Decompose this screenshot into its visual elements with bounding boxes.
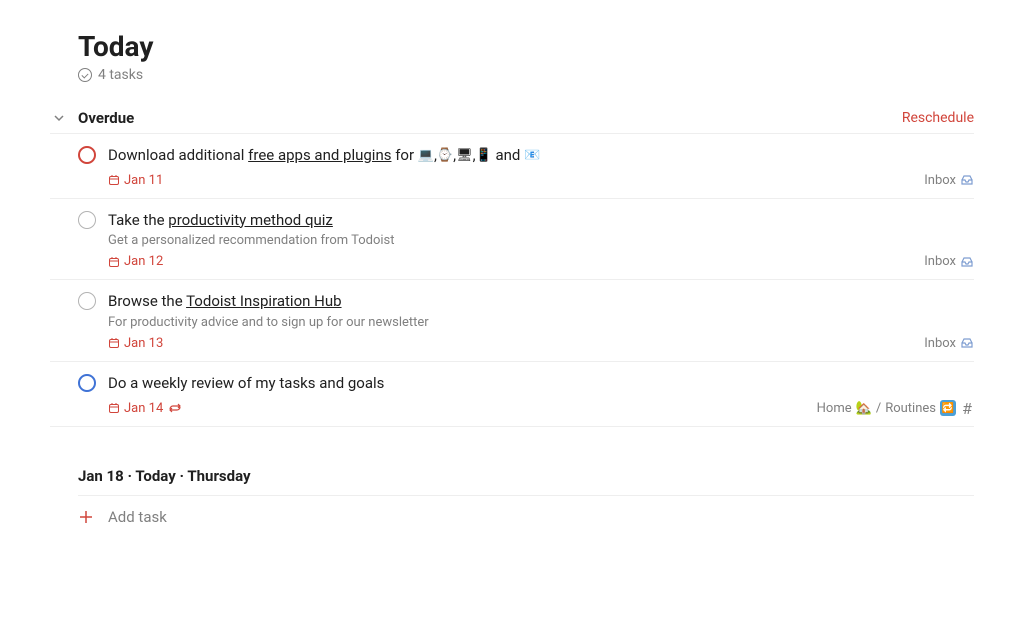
inbox-icon (960, 173, 974, 187)
task-date[interactable]: Jan 13 (108, 336, 163, 351)
add-task-label: Add task (108, 508, 167, 526)
task-row[interactable]: Take the productivity method quiz Get a … (50, 199, 974, 281)
laptop-icon: 💻 (418, 146, 434, 166)
calendar-icon (108, 402, 120, 414)
task-title: Browse the Todoist Inspiration Hub (108, 290, 974, 313)
task-checkbox[interactable] (78, 146, 96, 164)
overdue-title: Overdue (78, 109, 134, 127)
house-icon: 🏡 (856, 401, 872, 416)
task-date[interactable]: Jan 14 (108, 401, 181, 416)
desktop-icon: 🖥 (456, 146, 473, 166)
calendar-icon (108, 256, 120, 268)
page-title: Today (78, 30, 974, 63)
task-description: Get a personalized recommendation from T… (108, 233, 974, 248)
task-count: 4 tasks (78, 67, 974, 83)
task-description: For productivity advice and to sign up f… (108, 315, 974, 330)
task-project[interactable]: Inbox (924, 173, 974, 188)
task-title: Take the productivity method quiz (108, 209, 974, 232)
task-title: Do a weekly review of my tasks and goals (108, 372, 974, 395)
task-title: Download additional free apps and plugin… (108, 144, 974, 167)
reschedule-link[interactable]: Reschedule (902, 110, 974, 126)
check-circle-icon (78, 68, 92, 82)
hash-icon: # (960, 401, 974, 415)
overdue-task-list: Download additional free apps and plugin… (50, 134, 974, 427)
calendar-icon (108, 174, 120, 186)
task-count-text: 4 tasks (98, 67, 143, 83)
repeat-icon (169, 402, 181, 414)
inbox-icon (960, 255, 974, 269)
plus-icon (78, 509, 94, 525)
inbox-icon (960, 336, 974, 350)
task-checkbox[interactable] (78, 292, 96, 310)
task-date[interactable]: Jan 11 (108, 173, 163, 188)
watch-icon: ⌚ (437, 146, 453, 166)
overdue-section-header: Overdue Reschedule (50, 103, 974, 134)
task-row[interactable]: Do a weekly review of my tasks and goals… (50, 362, 974, 428)
phone-icon: 📱 (476, 146, 492, 166)
chevron-down-icon[interactable] (50, 109, 68, 127)
task-project[interactable]: Inbox (924, 254, 974, 269)
task-date[interactable]: Jan 12 (108, 254, 163, 269)
routines-badge-icon: 🔁 (940, 400, 956, 416)
add-task-button[interactable]: Add task (78, 496, 974, 538)
task-project[interactable]: Inbox (924, 336, 974, 351)
task-row[interactable]: Browse the Todoist Inspiration Hub For p… (50, 280, 974, 362)
task-checkbox[interactable] (78, 374, 96, 392)
calendar-icon (108, 337, 120, 349)
task-project[interactable]: Home 🏡 / Routines 🔁 # (817, 400, 974, 416)
task-checkbox[interactable] (78, 211, 96, 229)
today-date-header: Jan 18 · Today · Thursday (78, 467, 974, 496)
mail-icon: 📧 (524, 146, 540, 166)
task-row[interactable]: Download additional free apps and plugin… (50, 134, 974, 199)
